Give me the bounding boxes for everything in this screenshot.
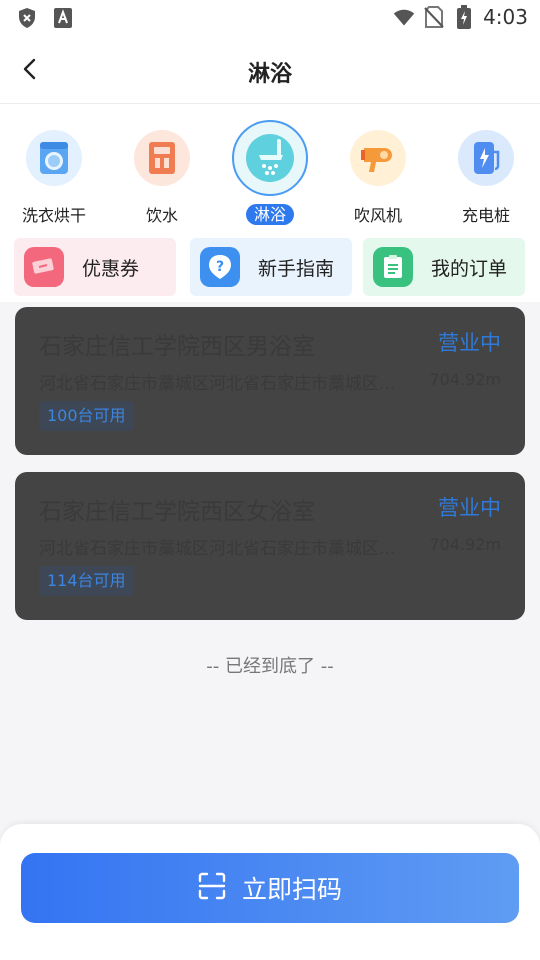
category-water[interactable]: 饮水 [112,104,212,230]
washing-machine-icon [26,130,82,186]
category-label: 吹风机 [353,206,402,225]
store-card[interactable]: 石家庄信工学院西区女浴室 营业中 河北省石家庄市藁城区河北省石家庄市藁城区...… [15,472,525,620]
category-charging[interactable]: 充电桩 [436,104,536,230]
status-time: 4:03 [483,5,528,29]
store-status: 营业中 [438,496,501,520]
store-card[interactable]: 石家庄信工学院西区男浴室 营业中 河北省石家庄市藁城区河北省石家庄市藁城区...… [15,307,525,455]
a-letter-icon [52,7,74,29]
status-bar: 4:03 [0,0,540,38]
category-laundry[interactable]: 洗衣烘干 [4,104,104,230]
hair-dryer-icon [350,130,406,186]
bottom-bar: 立即扫码 [0,824,540,960]
shield-x-icon [16,7,38,29]
my-orders-button[interactable]: 我的订单 [363,238,525,296]
scan-button-label: 立即扫码 [241,875,342,904]
category-label: 淋浴 [220,201,320,225]
no-sim-icon [423,6,445,28]
coupon-label: 优惠券 [82,257,140,280]
store-distance: 704.92m [429,535,501,554]
quick-actions: 优惠券 ? 新手指南 我的订单 [0,230,540,302]
svg-text:?: ? [216,259,224,275]
store-status: 营业中 [438,331,501,355]
coupon-button[interactable]: 优惠券 [14,238,176,296]
page-header: 淋浴 [0,38,540,104]
order-list-icon [373,247,413,287]
battery-charging-icon [453,5,475,29]
scan-button[interactable]: 立即扫码 [21,853,519,923]
page-title: 淋浴 [247,62,292,87]
my-orders-label: 我的订单 [431,257,508,280]
category-label: 洗衣烘干 [21,206,86,225]
guide-label: 新手指南 [258,257,335,280]
store-address: 河北省石家庄市藁城区河北省石家庄市藁城区... [39,374,396,394]
water-dispenser-icon [134,130,190,186]
coupon-icon [24,247,64,287]
wifi-icon [393,6,415,28]
category-label: 充电桩 [461,206,510,225]
list-end-text: -- 已经到底了 -- [206,656,334,677]
scan-icon [198,872,226,904]
category-bar: 洗衣烘干 饮水 淋浴 吹风机 充电桩 [0,104,540,230]
store-name: 石家庄信工学院西区女浴室 [39,499,315,525]
shower-icon [232,120,308,196]
guide-icon: ? [200,247,240,287]
guide-button[interactable]: ? 新手指南 [190,238,352,296]
category-hairdryer[interactable]: 吹风机 [328,104,428,230]
charging-station-icon [458,130,514,186]
category-label: 饮水 [145,206,178,225]
store-name: 石家庄信工学院西区男浴室 [39,334,315,360]
category-shower[interactable]: 淋浴 [220,104,320,230]
availability-badge: 100台可用 [39,401,134,431]
store-address: 河北省石家庄市藁城区河北省石家庄市藁城区... [39,539,396,559]
availability-badge: 114台可用 [39,566,134,596]
store-distance: 704.92m [429,370,501,389]
active-category-pill: 淋浴 [245,204,294,225]
